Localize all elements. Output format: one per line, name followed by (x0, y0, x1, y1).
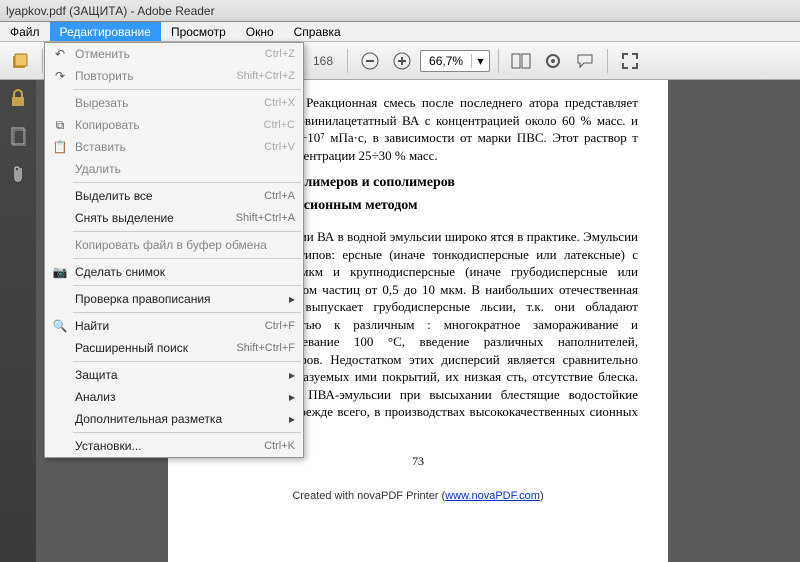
title-bar: lyapkov.pdf (ЗАЩИТА) - Adobe Reader (0, 0, 800, 22)
menu-view[interactable]: Просмотр (161, 22, 236, 41)
read-mode-button[interactable] (507, 47, 535, 75)
zoom-value: 66,7% (421, 54, 471, 68)
menu-bar: Файл Редактирование Просмотр Окно Справк… (0, 22, 800, 42)
menu-redo[interactable]: ↷ПовторитьShift+Ctrl+Z (45, 65, 303, 87)
sidebar-thumbnails[interactable] (4, 122, 32, 150)
menu-cut[interactable]: ВырезатьCtrl+X (45, 92, 303, 114)
menu-select-all[interactable]: Выделить всеCtrl+A (45, 185, 303, 207)
submenu-arrow-icon: ▸ (283, 412, 295, 426)
expand-icon (621, 52, 639, 70)
menu-paste[interactable]: 📋ВставитьCtrl+V (45, 136, 303, 158)
page-footer: Created with novaPDF Printer (www.novaPD… (198, 489, 638, 504)
search-icon: 🔍 (49, 319, 71, 333)
menu-spelling[interactable]: Проверка правописания▸ (45, 288, 303, 310)
book-icon (511, 53, 531, 69)
minus-icon (361, 52, 379, 70)
toolbar-separator (42, 49, 43, 73)
submenu-arrow-icon: ▸ (283, 390, 295, 404)
menu-snapshot[interactable]: 📷Сделать снимок (45, 261, 303, 283)
camera-icon: 📷 (49, 265, 71, 279)
toolbar-separator (347, 49, 348, 73)
zoom-in-button[interactable] (388, 47, 416, 75)
comment-icon (576, 52, 594, 70)
chevron-down-icon[interactable]: ▾ (471, 54, 489, 68)
window-title: lyapkov.pdf (ЗАЩИТА) - Adobe Reader (6, 4, 215, 18)
zoom-combo[interactable]: 66,7% ▾ (420, 50, 490, 72)
menu-file[interactable]: Файл (0, 22, 50, 41)
footer-link[interactable]: www.novaPDF.com (445, 490, 540, 502)
paperclip-icon (10, 164, 26, 184)
comment-button[interactable] (571, 47, 599, 75)
menu-delete[interactable]: Удалить (45, 158, 303, 180)
fullscreen-button[interactable] (616, 47, 644, 75)
page-total: 168 (307, 54, 339, 68)
zoom-out-button[interactable] (356, 47, 384, 75)
menu-find[interactable]: 🔍НайтиCtrl+F (45, 315, 303, 337)
menu-prefs[interactable]: Установки...Ctrl+K (45, 435, 303, 457)
edit-menu-dropdown: ↶ОтменитьCtrl+Z ↷ПовторитьShift+Ctrl+Z В… (44, 42, 304, 458)
menu-undo[interactable]: ↶ОтменитьCtrl+Z (45, 43, 303, 65)
export-pdf-icon (10, 51, 30, 71)
menu-analysis[interactable]: Анализ▸ (45, 386, 303, 408)
menu-accessibility[interactable]: Дополнительная разметка▸ (45, 408, 303, 430)
lock-icon (9, 88, 27, 108)
submenu-arrow-icon: ▸ (283, 368, 295, 382)
menu-copy-file[interactable]: Копировать файл в буфер обмена (45, 234, 303, 256)
plus-icon (393, 52, 411, 70)
redo-icon: ↷ (49, 69, 71, 83)
gear-icon (544, 52, 562, 70)
sidebar-attachments[interactable] (4, 160, 32, 188)
copy-icon: ⧉ (49, 118, 71, 133)
tools-button[interactable] (539, 47, 567, 75)
menu-advanced-find[interactable]: Расширенный поискShift+Ctrl+F (45, 337, 303, 359)
menu-protect[interactable]: Защита▸ (45, 364, 303, 386)
toolbar-separator (607, 49, 608, 73)
export-pdf-button[interactable] (6, 47, 34, 75)
menu-window[interactable]: Окно (236, 22, 284, 41)
toolbar-separator (498, 49, 499, 73)
sidebar-security[interactable] (4, 84, 32, 112)
paste-icon: 📋 (49, 140, 71, 154)
menu-deselect[interactable]: Снять выделениеShift+Ctrl+A (45, 207, 303, 229)
menu-edit[interactable]: Редактирование (50, 22, 161, 41)
sidebar (0, 80, 36, 562)
menu-copy[interactable]: ⧉КопироватьCtrl+C (45, 114, 303, 136)
pages-icon (10, 126, 26, 146)
menu-help[interactable]: Справка (284, 22, 351, 41)
undo-icon: ↶ (49, 47, 71, 61)
submenu-arrow-icon: ▸ (283, 292, 295, 306)
